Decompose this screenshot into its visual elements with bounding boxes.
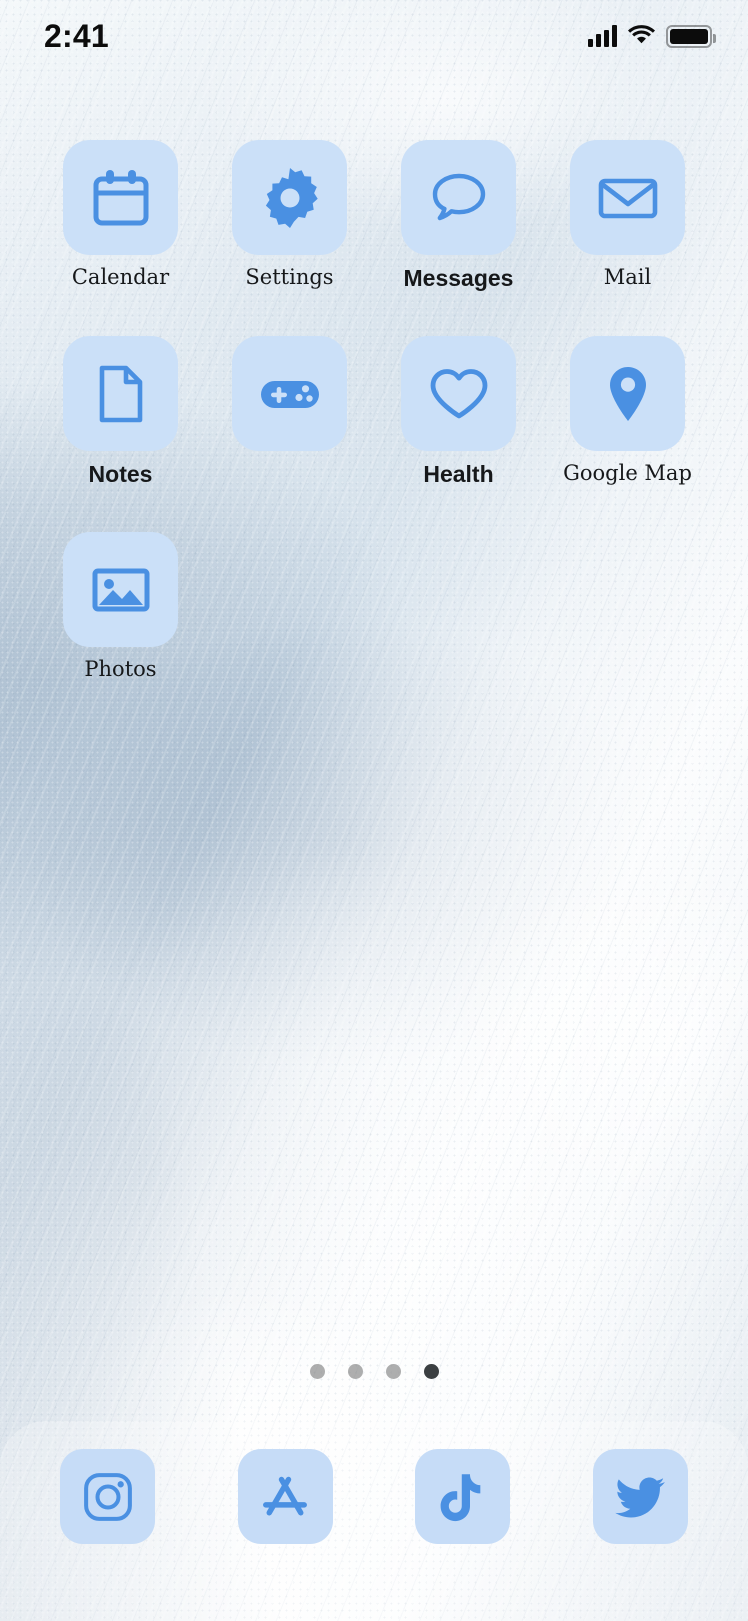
app-icon-health[interactable]: Health (374, 336, 543, 486)
wifi-icon (628, 24, 655, 49)
app-icon-games[interactable] (205, 336, 374, 486)
app-icon-messages[interactable]: Messages (374, 140, 543, 290)
app-icon-photos[interactable]: Photos (36, 532, 205, 680)
app-label: Google Map (563, 461, 692, 485)
app-grid: Calendar Settings Messages Mail Notes He… (0, 140, 748, 680)
twitter-icon (615, 1476, 666, 1517)
page-indicator[interactable] (0, 1364, 748, 1379)
map-pin-icon (609, 366, 646, 421)
dock (0, 1421, 748, 1621)
dock-icon-tiktok[interactable] (415, 1449, 511, 1544)
page-dot-1[interactable] (309, 1364, 325, 1379)
mail-tile (570, 140, 685, 255)
battery-full-icon (666, 24, 716, 48)
app-icon-settings[interactable]: Settings (205, 140, 374, 290)
status-bar: 2:41 (0, 0, 748, 72)
app-store-icon (263, 1476, 308, 1515)
app-label: Mail (603, 265, 652, 289)
app-label: Health (423, 461, 494, 487)
instagram-icon (83, 1472, 132, 1521)
messages-tile (401, 140, 516, 255)
game-controller-icon (260, 380, 319, 408)
document-icon (99, 365, 142, 422)
app-icon-notes[interactable]: Notes (36, 336, 205, 486)
photos-tile (63, 532, 178, 647)
home-screen: 2:41 Calendar Settings Messages Mail Not… (0, 0, 748, 1621)
dock-icon-instagram[interactable] (60, 1449, 155, 1544)
status-bar-clock: 2:41 (44, 17, 109, 54)
app-label: Photos (84, 657, 157, 681)
speech-bubble-icon (432, 173, 485, 220)
envelope-icon (598, 178, 657, 218)
status-bar-indicators (588, 24, 716, 49)
google-map-tile (570, 336, 685, 451)
games-tile (232, 336, 347, 451)
app-label: Settings (245, 265, 334, 289)
heart-icon (430, 368, 487, 418)
calendar-icon (93, 169, 148, 225)
app-icon-mail[interactable]: Mail (543, 140, 712, 290)
page-dot-3[interactable] (385, 1364, 401, 1379)
app-icon-calendar[interactable]: Calendar (36, 140, 205, 290)
health-tile (401, 336, 516, 451)
dock-icon-app-store[interactable] (237, 1449, 333, 1544)
gear-icon (265, 167, 318, 228)
app-icon-google-map[interactable]: Google Map (543, 336, 712, 486)
page-dot-2[interactable] (347, 1364, 363, 1379)
app-label: Messages (403, 265, 514, 291)
tiktok-icon (440, 1473, 481, 1521)
settings-tile (232, 140, 347, 255)
notes-tile (63, 336, 178, 451)
dock-icon-twitter[interactable] (592, 1449, 688, 1544)
dock-apps (0, 1449, 748, 1544)
calendar-tile (63, 140, 178, 255)
app-label: Calendar (71, 265, 170, 289)
app-label: Notes (88, 461, 153, 487)
signal-bars-icon (588, 25, 617, 47)
page-dot-4[interactable] (423, 1364, 439, 1379)
photo-icon (92, 568, 149, 611)
